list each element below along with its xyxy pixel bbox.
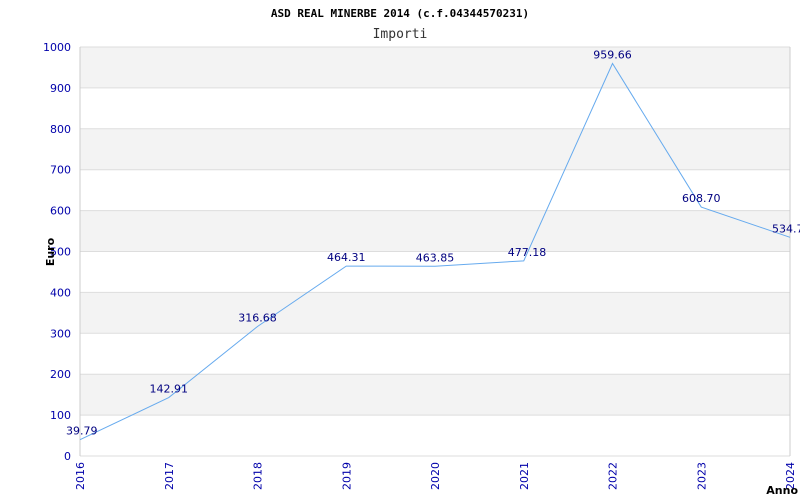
x-axis: 2016 2017 2018 2019 2020 2021 2022 2023 2024	[74, 462, 797, 490]
y-tick-label: 300	[50, 327, 71, 340]
x-axis-label: Anno	[766, 484, 798, 497]
x-tick-label: 2022	[607, 462, 620, 490]
y-tick-label: 800	[50, 123, 71, 136]
grid-band	[80, 47, 790, 88]
data-label: 477.18	[508, 246, 547, 259]
x-tick-label: 2021	[518, 462, 531, 490]
grid-band	[80, 415, 790, 456]
x-tick-label: 2016	[74, 462, 87, 490]
y-tick-label: 100	[50, 409, 71, 422]
data-label: 316.68	[238, 311, 277, 324]
grid-band	[80, 210, 790, 252]
grid-band	[80, 292, 790, 334]
chart-subtitle: Importi	[373, 27, 428, 42]
data-label: 39.79	[66, 425, 98, 438]
grid-band	[80, 87, 790, 129]
y-tick-label: 700	[50, 164, 71, 177]
line-chart: ASD REAL MINERBE 2014 (c.f.04344570231) …	[43, 7, 800, 497]
y-tick-label: 900	[50, 82, 71, 95]
grid-band	[80, 333, 790, 375]
grid-band	[80, 128, 790, 170]
data-label: 464.31	[327, 251, 366, 264]
data-label: 959.66	[593, 48, 632, 61]
y-tick-label: 1000	[43, 41, 71, 54]
x-tick-label: 2020	[429, 462, 442, 490]
chart-title: ASD REAL MINERBE 2014 (c.f.04344570231)	[271, 7, 529, 20]
data-label: 142.91	[150, 383, 189, 396]
x-tick-label: 2019	[340, 462, 353, 490]
x-tick-label: 2017	[163, 462, 176, 490]
y-tick-label: 400	[50, 286, 71, 299]
y-tick-label: 200	[50, 368, 71, 381]
data-label: 463.85	[416, 251, 455, 264]
y-tick-label: 0	[64, 450, 71, 463]
y-axis-label: Euro	[44, 237, 57, 266]
data-label: 534.7	[772, 222, 800, 235]
data-label: 608.70	[682, 192, 721, 205]
y-tick-label: 600	[50, 205, 71, 218]
x-tick-label: 2023	[695, 462, 708, 490]
x-tick-label: 2018	[252, 462, 265, 490]
